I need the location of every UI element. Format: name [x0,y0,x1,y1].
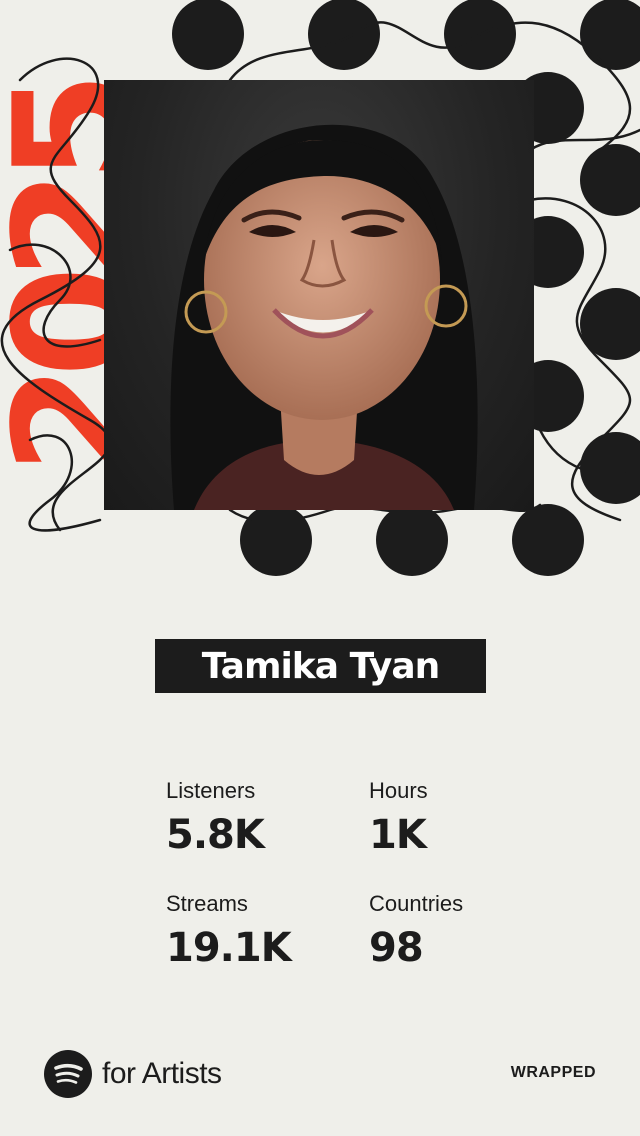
stat-listeners: Listeners 5.8K [166,778,265,858]
stat-countries: Countries 98 [369,891,463,971]
stat-label: Hours [369,778,428,803]
stat-value: 1K [369,812,427,858]
artist-photo [104,80,534,510]
stat-label: Countries [369,891,464,916]
spotify-logo-icon [44,1050,92,1098]
brand-logo: for Artists [44,1050,222,1098]
stat-hours: Hours 1K [369,778,428,858]
brand-text: for Artists [102,1057,222,1090]
stat-streams: Streams 19.1K [166,891,292,971]
stat-label: Streams [166,891,248,916]
stat-value: 5.8K [166,812,265,858]
artist-name: Tamika Tyan [155,639,486,693]
stat-value: 98 [369,925,424,971]
stat-value: 19.1K [166,925,292,971]
wrapped-label: WRAPPED [510,1064,596,1081]
wrapped-card: 2025 Tamika Tyan Listeners 5.8K Hours 1K… [0,0,640,1136]
artist-portrait-image [170,124,478,510]
stat-label: Listeners [166,778,256,803]
